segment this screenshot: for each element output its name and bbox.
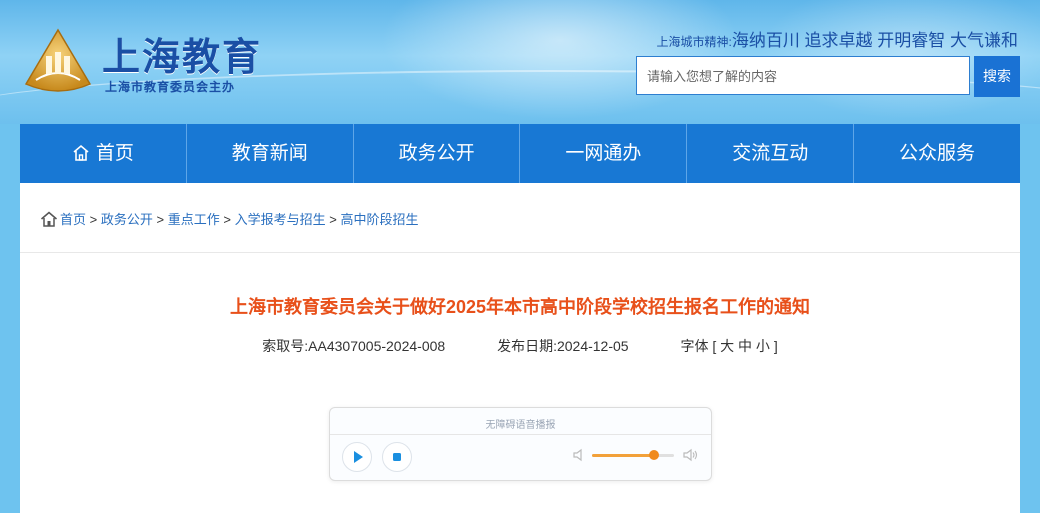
stop-icon [393,453,401,461]
main-nav: 首页 教育新闻 政务公开 一网通办 交流互动 公众服务 [20,124,1020,183]
publish-date: 发布日期:2024-12-05 [497,338,629,354]
nav-item-online-service[interactable]: 一网通办 [520,124,688,183]
breadcrumb-separator: > [89,212,101,227]
nav-item-interaction[interactable]: 交流互动 [687,124,855,183]
nav-item-gov-affairs[interactable]: 政务公开 [354,124,521,183]
volume-low-icon[interactable] [572,448,586,462]
site-title[interactable]: 上海教育 [102,26,262,81]
breadcrumb-separator: > [156,212,168,227]
breadcrumb-key-work[interactable]: 重点工作 [168,212,220,227]
nav-item-news[interactable]: 教育新闻 [187,124,354,183]
search-bar: 请输入您想了解的内容 搜索 [636,56,1020,97]
breadcrumb-gov-affairs[interactable]: 政务公开 [101,212,153,227]
content-panel: 首页 > 政务公开 > 重点工作 > 入学报考与招生 > 高中阶段招生 上海市教… [20,183,1020,513]
breadcrumb-high-school[interactable]: 高中阶段招生 [340,212,418,227]
volume-slider[interactable] [592,450,674,460]
home-icon [73,144,89,161]
search-input[interactable]: 请输入您想了解的内容 [636,56,970,95]
breadcrumb: 首页 > 政务公开 > 重点工作 > 入学报考与招生 > 高中阶段招生 [40,209,418,228]
volume-high-icon[interactable] [682,448,700,462]
home-icon [40,211,58,227]
index-number: 索取号:AA4307005-2024-008 [262,338,446,354]
slogan-text: 海纳百川 追求卓越 开明睿智 大气谦和 [731,31,1018,50]
play-button[interactable] [342,442,372,472]
breadcrumb-home[interactable]: 首页 [60,212,86,227]
nav-item-public-service[interactable]: 公众服务 [854,124,1020,183]
player-title: 无障碍语音播报 [485,420,556,431]
search-button[interactable]: 搜索 [974,56,1020,97]
article-title: 上海市教育委员会关于做好2025年本市高中阶段学校招生报名工作的通知 [229,297,811,317]
header-banner: 上海教育 上海市教育委员会主办 上海城市精神:海纳百川 追求卓越 开明睿智 大气… [0,0,1040,124]
play-icon [354,451,363,463]
breadcrumb-admission[interactable]: 入学报考与招生 [235,212,326,227]
article-meta: 索取号:AA4307005-2024-008 发布日期:2024-12-05 字… [20,336,1020,356]
volume-fill [592,454,654,457]
audio-player: 无障碍语音播报 [329,407,712,481]
slogan-label: 上海城市精神: [656,35,732,49]
nav-label: 首页 [95,143,134,164]
volume-knob[interactable] [648,450,659,460]
breadcrumb-separator: > [223,212,235,227]
site-subtitle: 上海市教育委员会主办 [105,80,236,94]
player-divider [330,434,711,435]
stop-button[interactable] [382,442,412,472]
font-size-selector[interactable]: 字体 [ 大 中 小 ] [680,338,777,354]
emblem-icon[interactable] [22,26,94,98]
divider [20,252,1020,253]
breadcrumb-separator: > [329,212,341,227]
nav-item-home[interactable]: 首页 [20,124,187,183]
city-slogan: 上海城市精神:海纳百川 追求卓越 开明睿智 大气谦和 [656,26,1018,51]
